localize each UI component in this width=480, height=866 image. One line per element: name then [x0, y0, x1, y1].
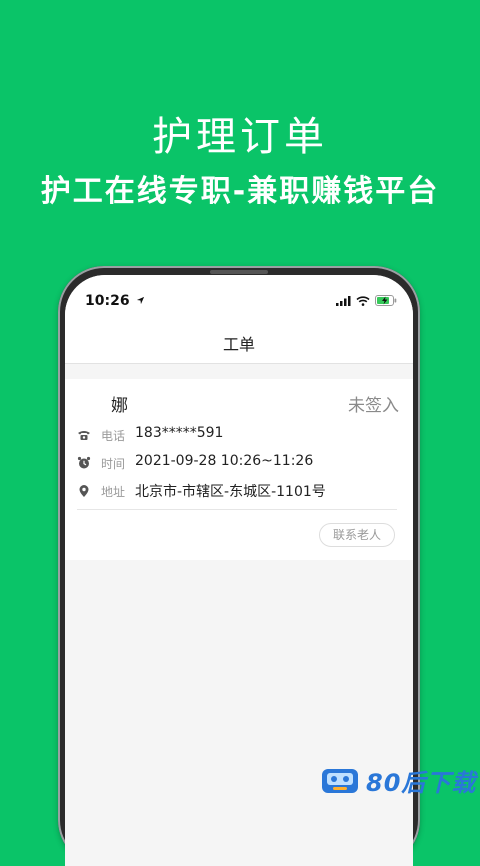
- page-title: 工单: [222, 335, 255, 354]
- time-value: 2021-09-28 10:26~11:26: [135, 453, 314, 469]
- banner-headline: 护理订单: [152, 114, 328, 160]
- order-header: 娜 未签入: [65, 391, 413, 417]
- banner-subheadline: 护工在线专职-兼职赚钱平台: [40, 174, 440, 209]
- status-time: 10:26: [85, 293, 145, 309]
- address-value: 北京市-市辖区-东城区-1101号: [135, 484, 326, 500]
- time-row: 时间 2021-09-28 10:26~11:26: [65, 453, 413, 475]
- location-arrow-icon: [137, 296, 145, 305]
- status-time-text: 10:26: [85, 293, 130, 309]
- order-card[interactable]: 娜 未签入 电话 183*****591 时间 2021-09-28 10:26…: [65, 379, 413, 560]
- nav-bar: 工单: [65, 321, 413, 364]
- checkin-status-badge: 未签入: [348, 396, 399, 416]
- status-indicators: [336, 295, 397, 306]
- alarm-clock-icon: [77, 456, 91, 469]
- wifi-icon: [356, 295, 370, 306]
- watermark-text: 80后下载: [366, 768, 477, 797]
- address-label: 地址: [101, 485, 126, 499]
- phone-value: 183*****591: [135, 425, 224, 441]
- watermark: 80后下载: [320, 764, 480, 797]
- phone-label: 电话: [101, 429, 126, 443]
- patient-name: 娜: [111, 396, 128, 416]
- battery-charging-icon: [375, 295, 397, 306]
- telephone-icon: [78, 431, 90, 440]
- card-divider: [77, 509, 397, 510]
- address-row: 地址 北京市-市辖区-东城区-1101号: [65, 481, 413, 503]
- cellular-signal-icon: [336, 295, 351, 306]
- contact-elder-button[interactable]: 联系老人: [319, 523, 395, 547]
- robot-logo-icon: [322, 769, 358, 793]
- phone-row: 电话 183*****591: [65, 425, 413, 447]
- phone-speaker: [210, 270, 268, 274]
- time-label: 时间: [101, 457, 126, 471]
- status-bar: 10:26: [65, 275, 413, 321]
- location-pin-icon: [79, 485, 89, 497]
